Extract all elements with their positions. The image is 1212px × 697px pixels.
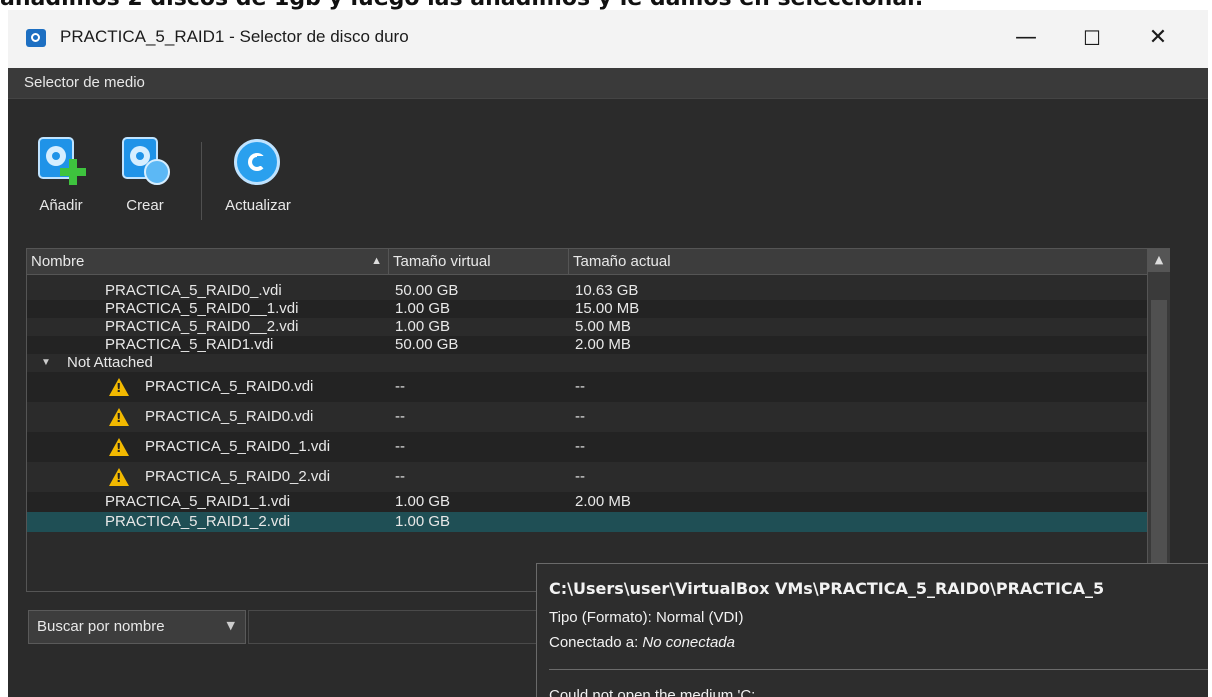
row-virtual-size: 1.00 GB (395, 300, 451, 317)
table-row[interactable]: PRACTICA_5_RAID0_.vdi 50.00 GB 10.63 GB (27, 282, 1167, 300)
tooltip-attached: Conectado a: No conectada (549, 634, 735, 651)
toolbar-separator (201, 142, 202, 220)
row-name: PRACTICA_5_RAID1_2.vdi (105, 513, 291, 530)
column-header-tamano-virtual[interactable]: Tamaño virtual (389, 249, 569, 274)
row-name: PRACTICA_5_RAID0__1.vdi (105, 300, 299, 317)
warning-icon (109, 408, 129, 426)
medium-info-tooltip: C:\Users\user\VirtualBox VMs\PRACTICA_5_… (536, 563, 1208, 697)
minimize-button[interactable]: — (1004, 18, 1048, 58)
row-name: PRACTICA_5_RAID1.vdi (105, 336, 274, 353)
table-row[interactable]: PRACTICA_5_RAID0.vdi -- -- (27, 402, 1167, 432)
row-actual-size: 2.00 MB (575, 336, 631, 353)
table-row-selected[interactable]: PRACTICA_5_RAID1_2.vdi 1.00 GB (27, 512, 1167, 532)
row-name: PRACTICA_5_RAID0_1.vdi (145, 438, 331, 455)
scrollbar-thumb[interactable] (1151, 300, 1167, 580)
row-virtual-size: 1.00 GB (395, 318, 451, 335)
row-actual-size: -- (575, 468, 585, 485)
row-virtual-size: 50.00 GB (395, 336, 459, 353)
warning-icon (109, 468, 129, 486)
row-virtual-size: 50.00 GB (395, 282, 459, 299)
row-actual-size: -- (575, 408, 585, 425)
row-name: PRACTICA_5_RAID0.vdi (145, 378, 314, 395)
add-disk-icon (38, 137, 86, 185)
row-virtual-size: -- (395, 408, 405, 425)
row-name: PRACTICA_5_RAID0_2.vdi (145, 468, 331, 485)
row-virtual-size: 1.00 GB (395, 513, 451, 530)
row-name: PRACTICA_5_RAID0.vdi (145, 408, 314, 425)
add-button-label: Añadir (39, 197, 83, 214)
row-virtual-size: -- (395, 438, 405, 455)
chevron-down-icon[interactable]: ▼ (41, 357, 51, 368)
tooltip-divider (549, 669, 1208, 670)
row-virtual-size: -- (395, 468, 405, 485)
scroll-up-icon[interactable]: ▲ (1148, 248, 1170, 272)
tooltip-type: Tipo (Formato): Normal (VDI) (549, 609, 744, 626)
refresh-button[interactable]: Actualizar (208, 127, 308, 217)
disk-selector-window: PRACTICA_5_RAID1 - Selector de disco dur… (8, 10, 1208, 697)
close-button[interactable]: ✕ (1136, 18, 1180, 58)
table-row[interactable]: PRACTICA_5_RAID0_2.vdi -- -- (27, 462, 1167, 492)
row-actual-size: 15.00 MB (575, 300, 640, 317)
search-mode-value: Buscar por nombre (37, 618, 165, 635)
document-heading: añadimos 2 discos de 1gb y luego las aña… (0, 0, 1212, 10)
table-row[interactable]: PRACTICA_5_RAID0_1.vdi -- -- (27, 432, 1167, 462)
row-name: PRACTICA_5_RAID0__2.vdi (105, 318, 299, 335)
add-button[interactable]: Añadir (26, 127, 96, 217)
sort-ascending-icon: ▲ (371, 255, 382, 267)
menu-bar: Selector de medio (8, 68, 1208, 99)
group-row-not-attached[interactable]: ▼ Not Attached (27, 354, 1167, 372)
table-row[interactable]: PRACTICA_5_RAID1_1.vdi 1.00 GB 2.00 MB (27, 492, 1167, 512)
tooltip-error: Could not open the medium 'C: (549, 687, 756, 697)
row-actual-size: 10.63 GB (575, 282, 639, 299)
title-bar: PRACTICA_5_RAID1 - Selector de disco dur… (8, 10, 1208, 68)
table-row[interactable]: PRACTICA_5_RAID0__1.vdi 1.00 GB 15.00 MB (27, 300, 1167, 318)
row-name: PRACTICA_5_RAID1_1.vdi (105, 493, 291, 510)
virtualbox-app-icon (26, 29, 46, 47)
chevron-down-icon: ▼ (226, 619, 235, 632)
table-row[interactable]: PRACTICA_5_RAID0.vdi -- -- (27, 372, 1167, 402)
table-row[interactable]: PRACTICA_5_RAID0__2.vdi 1.00 GB 5.00 MB (27, 318, 1167, 336)
create-disk-icon (122, 137, 170, 185)
column-header-nombre[interactable]: Nombre ▲ (27, 249, 389, 274)
row-actual-size: -- (575, 378, 585, 395)
menu-selector-de-medio[interactable]: Selector de medio (24, 74, 145, 91)
row-actual-size: 5.00 MB (575, 318, 631, 335)
row-name: PRACTICA_5_RAID0_.vdi (105, 282, 282, 299)
row-actual-size: 2.00 MB (575, 493, 631, 510)
table-row[interactable]: PRACTICA_5_RAID1.vdi 50.00 GB 2.00 MB (27, 336, 1167, 354)
maximize-button[interactable]: ☐ (1070, 18, 1114, 58)
tooltip-path: C:\Users\user\VirtualBox VMs\PRACTICA_5_… (549, 579, 1105, 598)
group-label: Not Attached (67, 354, 153, 371)
create-button[interactable]: Crear (110, 127, 180, 217)
disk-table: Nombre ▲ Tamaño virtual Tamaño actual PR… (26, 248, 1168, 592)
refresh-icon (234, 137, 280, 185)
warning-icon (109, 438, 129, 456)
row-virtual-size: 1.00 GB (395, 493, 451, 510)
search-input[interactable] (248, 610, 538, 644)
window-title: PRACTICA_5_RAID1 - Selector de disco dur… (60, 27, 409, 46)
table-header: Nombre ▲ Tamaño virtual Tamaño actual (27, 249, 1167, 275)
create-button-label: Crear (126, 197, 164, 214)
search-mode-select[interactable]: Buscar por nombre ▼ (28, 610, 246, 644)
warning-icon (109, 378, 129, 396)
row-actual-size: -- (575, 438, 585, 455)
row-virtual-size: -- (395, 378, 405, 395)
column-header-tamano-actual[interactable]: Tamaño actual (569, 249, 1167, 274)
table-scrollbar[interactable]: ▲ (1147, 248, 1170, 590)
refresh-button-label: Actualizar (225, 197, 291, 214)
toolbar: Añadir Crear Actualizar (8, 99, 1208, 231)
